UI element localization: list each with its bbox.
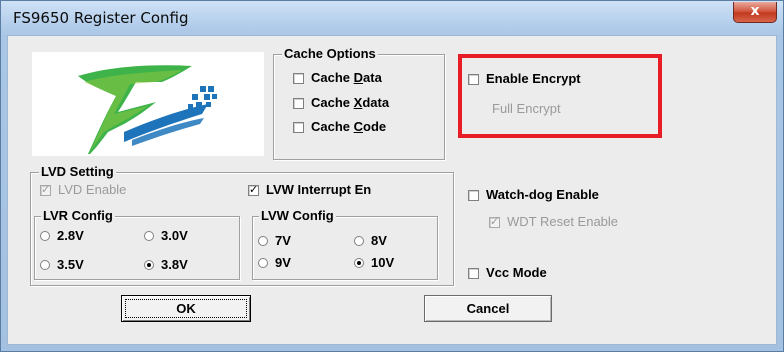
lvw-config-title: LVW Config [259, 208, 336, 223]
lvd-enable-label: LVD Enable [58, 182, 127, 197]
lvw-7v-radio[interactable] [258, 236, 268, 246]
lvd-setting-title: LVD Setting [39, 164, 116, 179]
lvd-enable-checkbox: LVD Enable [40, 183, 126, 197]
vcc-mode-box[interactable] [468, 267, 479, 279]
lvr-3-8v-radio[interactable] [144, 260, 154, 270]
wdt-reset-checkbox: WDT Reset Enable [489, 215, 618, 229]
lvw-interrupt-checkbox[interactable]: LVW Interrupt En [248, 183, 371, 197]
cache-code-checkbox[interactable]: Cache Code [293, 120, 386, 134]
wdt-reset-box [489, 215, 500, 229]
vcc-mode-label: Vcc Mode [486, 265, 547, 280]
lvw-radio-10v[interactable]: 10V [354, 256, 394, 270]
wdt-reset-label: WDT Reset Enable [507, 214, 619, 229]
lvw-interrupt-box[interactable] [248, 183, 259, 197]
lvw-10v-label: 10V [371, 255, 395, 270]
lvr-radio-3-8v[interactable]: 3.8V [144, 258, 188, 272]
ok-button[interactable]: OK [121, 295, 251, 322]
lvw-config-group: LVW Config [252, 209, 438, 280]
lvr-2-8v-label: 2.8V [57, 228, 84, 243]
lvr-3-5v-label: 3.5V [57, 257, 84, 272]
lvr-radio-3-0v[interactable]: 3.0V [144, 229, 188, 243]
watchdog-enable-box[interactable] [468, 189, 479, 201]
lvw-7v-label: 7V [275, 233, 291, 248]
cache-xdata-label: Cache Xdata [311, 95, 390, 110]
lvw-8v-label: 8V [371, 233, 387, 248]
watchdog-enable-checkbox[interactable]: Watch-dog Enable [468, 188, 599, 202]
cancel-label: Cancel [466, 301, 510, 316]
cache-xdata-box[interactable] [293, 97, 304, 109]
cache-xdata-checkbox[interactable]: Cache Xdata [293, 96, 389, 110]
cache-data-checkbox[interactable]: Cache Data [293, 71, 382, 85]
lvr-3-0v-label: 3.0V [161, 228, 188, 243]
cache-data-box[interactable] [293, 72, 304, 84]
lvw-9v-radio[interactable] [258, 258, 268, 268]
cache-options-title: Cache Options [282, 46, 378, 61]
lvr-3-8v-label: 3.8V [161, 257, 188, 272]
cache-code-box[interactable] [293, 121, 304, 133]
company-logo-icon [78, 65, 217, 154]
lvr-2-8v-radio[interactable] [40, 231, 50, 241]
watchdog-enable-label: Watch-dog Enable [486, 187, 599, 202]
close-icon: x [750, 3, 760, 19]
lvw-10v-radio[interactable] [354, 258, 364, 268]
lvw-8v-radio[interactable] [354, 236, 364, 246]
lvw-9v-label: 9V [275, 255, 291, 270]
lvr-radio-3-5v[interactable]: 3.5V [40, 258, 84, 272]
title-bar: FS9650 Register Config x [1, 1, 783, 37]
lvw-interrupt-label: LVW Interrupt En [266, 182, 372, 197]
window-title: FS9650 Register Config [13, 9, 189, 27]
lvw-radio-7v[interactable]: 7V [258, 234, 291, 248]
lvd-enable-box [40, 183, 51, 197]
vcc-mode-checkbox[interactable]: Vcc Mode [468, 266, 547, 280]
lvr-3-5v-radio[interactable] [40, 260, 50, 270]
cache-data-label: Cache Data [311, 70, 382, 85]
ok-focus-rect [125, 299, 247, 318]
lvw-radio-9v[interactable]: 9V [258, 256, 291, 270]
lvw-radio-8v[interactable]: 8V [354, 234, 387, 248]
cache-code-label: Cache Code [311, 119, 387, 134]
lvr-config-title: LVR Config [41, 208, 115, 223]
logo-panel [32, 52, 264, 156]
lvr-radio-2-8v[interactable]: 2.8V [40, 229, 84, 243]
lvr-3-0v-radio[interactable] [144, 231, 154, 241]
encrypt-highlight-box [458, 54, 662, 138]
close-button[interactable]: x [733, 2, 777, 23]
cancel-button[interactable]: Cancel [424, 295, 552, 322]
